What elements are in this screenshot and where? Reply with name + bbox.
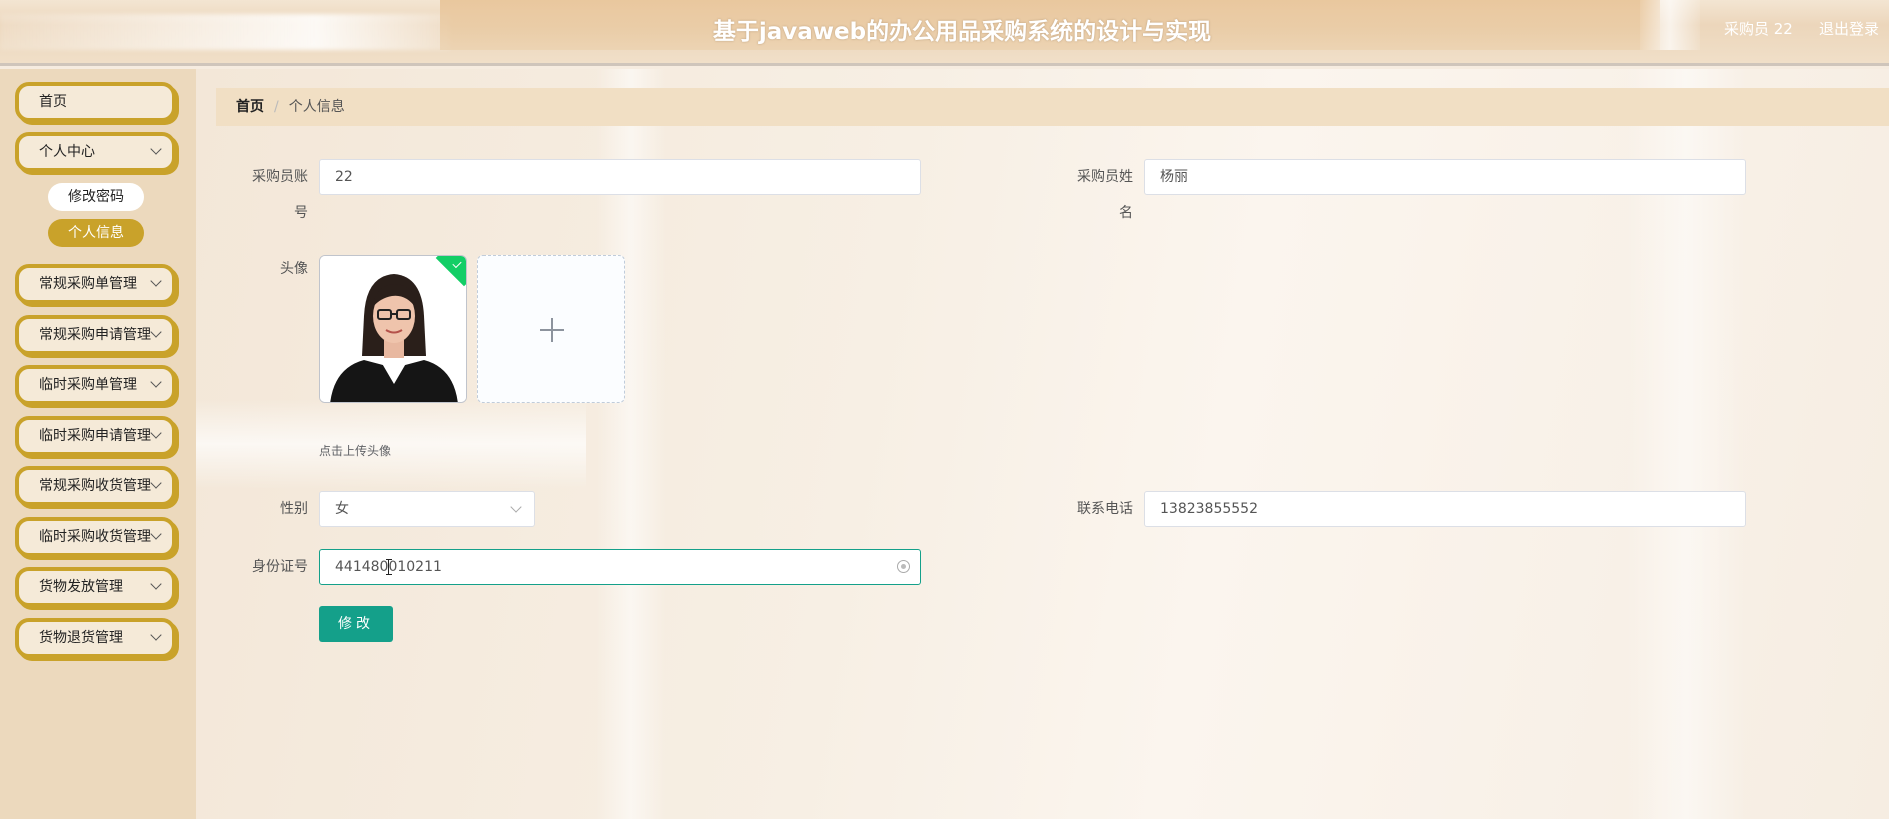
account-label: 采购员账	[252, 169, 308, 185]
sidebar-item-label: 货物退货管理	[39, 630, 123, 646]
clear-icon[interactable]	[897, 560, 910, 573]
chevron-down-icon	[150, 275, 162, 287]
sidebar-item-label: 临时采购申请管理	[39, 428, 151, 444]
breadcrumb-current: 个人信息	[288, 99, 345, 115]
app-title: 基于javaweb的办公用品采购系统的设计与实现	[712, 19, 1212, 45]
sidebar-item-temporary-receipt[interactable]: 临时采购收货管理	[15, 517, 176, 557]
person-photo-icon	[320, 256, 466, 402]
chevron-down-icon	[150, 578, 162, 590]
gender-label: 性别	[280, 501, 308, 517]
name-field[interactable]: 杨丽	[1144, 159, 1746, 195]
sidebar-item-regular-order[interactable]: 常规采购单管理	[15, 264, 176, 304]
name-label-cont: 名	[1119, 205, 1133, 221]
avatar-image[interactable]	[319, 255, 467, 403]
plus-icon-vertical	[551, 318, 553, 342]
sidebar-item-label: 常规采购单管理	[39, 276, 137, 292]
sidebar-item-goods-distribution[interactable]: 货物发放管理	[15, 567, 176, 607]
sidebar: 首页 个人中心 修改密码 个人信息 常规采购单管理 常规采购申请管理 临时采购单…	[0, 69, 196, 819]
sidebar-item-label: 首页	[39, 94, 67, 110]
idcard-field[interactable]: 441480010211	[319, 549, 921, 585]
sidebar-item-goods-return[interactable]: 货物退货管理	[15, 618, 176, 658]
breadcrumb: 首页 / 个人信息	[216, 88, 1889, 126]
text-cursor-icon	[386, 559, 392, 575]
logout-link[interactable]: 退出登录	[1819, 18, 1879, 39]
sidebar-item-regular-receipt[interactable]: 常规采购收货管理	[15, 466, 176, 506]
account-label-cont: 号	[294, 205, 308, 221]
sidebar-item-personal-center[interactable]: 个人中心	[15, 132, 176, 172]
name-label: 采购员姓	[1077, 169, 1133, 185]
sidebar-item-home[interactable]: 首页	[15, 82, 176, 122]
chevron-down-icon	[150, 376, 162, 388]
chevron-down-icon	[150, 528, 162, 540]
sidebar-item-regular-request[interactable]: 常规采购申请管理	[15, 315, 176, 355]
phone-label: 联系电话	[1077, 501, 1133, 517]
top-header: 基于javaweb的办公用品采购系统的设计与实现 采购员 22 退出登录	[0, 0, 1889, 66]
sidebar-item-label: 常规采购收货管理	[39, 478, 151, 494]
sidebar-item-label: 临时采购收货管理	[39, 529, 151, 545]
gender-select-value: 女	[335, 501, 349, 517]
main-content: 首页 / 个人信息 采购员账 号 22 采购员姓 名 杨丽 头像 点击上传头像 …	[196, 69, 1889, 819]
submit-button[interactable]: 修改	[319, 606, 393, 642]
avatar-label: 头像	[280, 261, 308, 277]
breadcrumb-separator: /	[274, 99, 279, 115]
idcard-label: 身份证号	[252, 559, 308, 575]
gender-select[interactable]: 女	[319, 491, 535, 527]
sidebar-item-temporary-request[interactable]: 临时采购申请管理	[15, 416, 176, 456]
sidebar-item-label: 货物发放管理	[39, 579, 123, 595]
chevron-down-icon	[150, 143, 162, 155]
phone-field[interactable]: 13823855552	[1144, 491, 1746, 527]
chevron-down-icon	[510, 501, 522, 513]
account-field[interactable]: 22	[319, 159, 921, 195]
chevron-down-icon	[150, 326, 162, 338]
current-user: 采购员 22	[1724, 20, 1793, 38]
sidebar-item-temporary-order[interactable]: 临时采购单管理	[15, 365, 176, 405]
chevron-down-icon	[150, 629, 162, 641]
sidebar-item-label: 常规采购申请管理	[39, 327, 151, 343]
sidebar-item-label: 个人中心	[39, 144, 95, 160]
breadcrumb-home[interactable]: 首页	[236, 99, 264, 115]
sidebar-subitem-change-password[interactable]: 修改密码	[48, 183, 144, 211]
chevron-down-icon	[150, 477, 162, 489]
chevron-down-icon	[150, 427, 162, 439]
sidebar-subitem-personal-info[interactable]: 个人信息	[48, 219, 144, 247]
avatar-upload-button[interactable]	[477, 255, 625, 403]
avatar-upload-tip: 点击上传头像	[319, 444, 392, 458]
sidebar-item-label: 临时采购单管理	[39, 377, 137, 393]
